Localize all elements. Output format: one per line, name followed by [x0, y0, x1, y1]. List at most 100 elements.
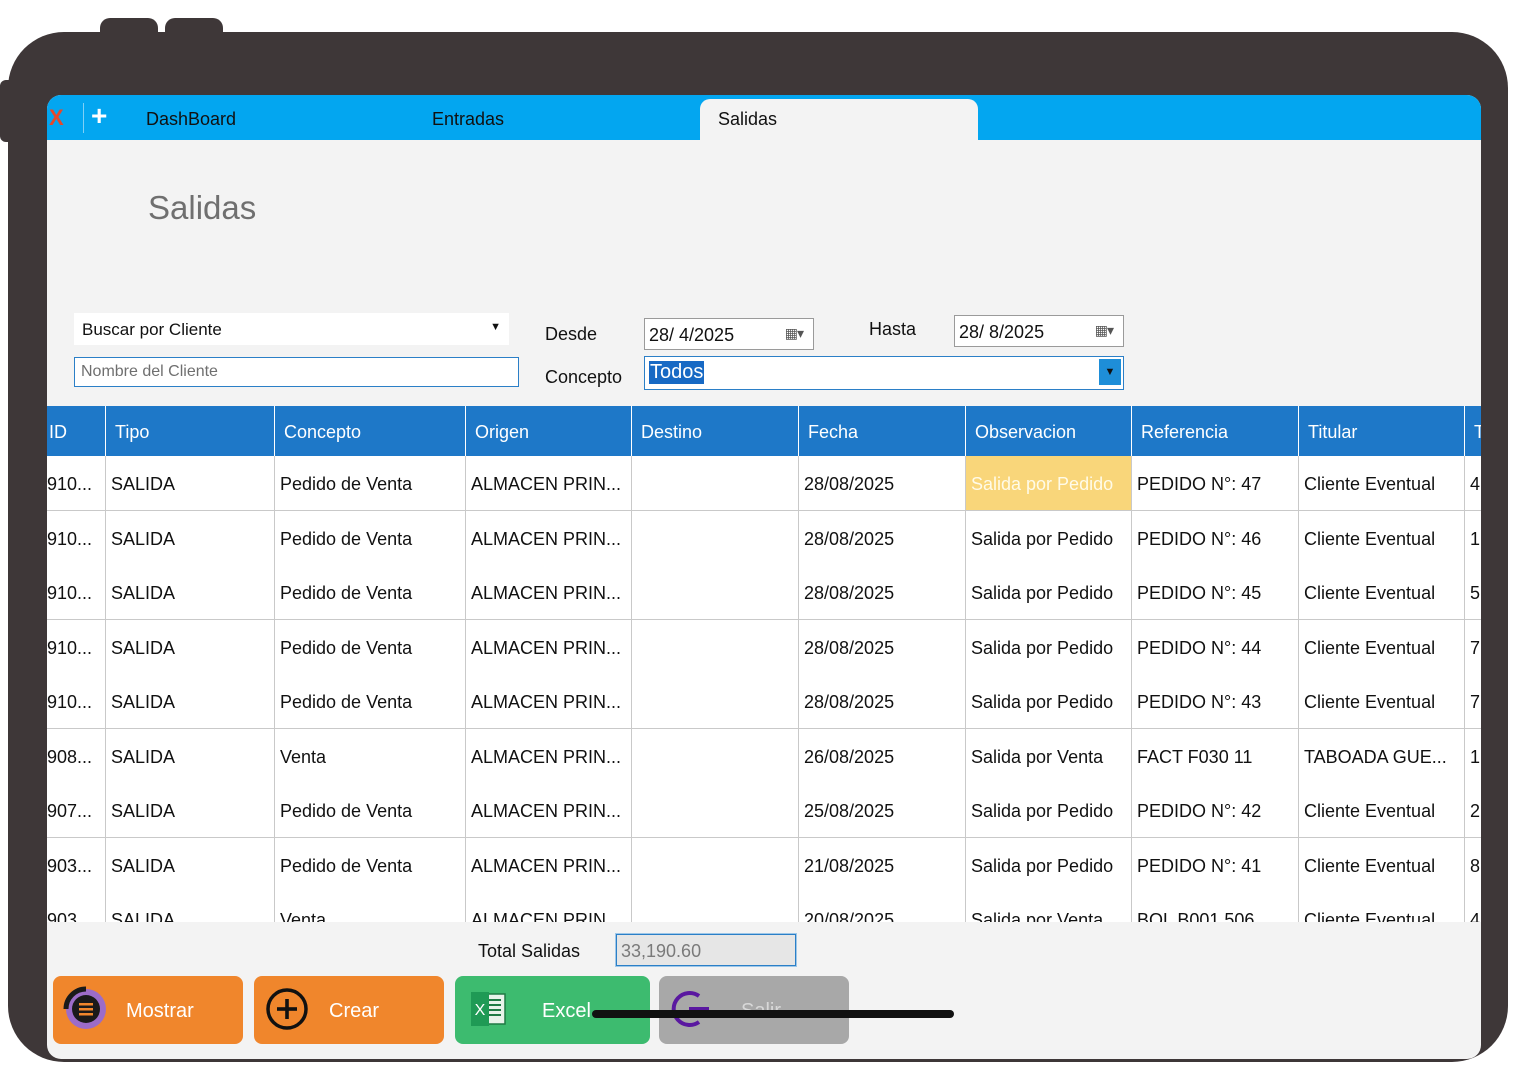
- table-row[interactable]: 910... SALIDA Pedido de Venta ALMACEN PRIN.…: [47, 456, 1481, 511]
- salidas-table[interactable]: ID Tipo Concepto Origen Destino Fecha Observac…: [47, 406, 1481, 922]
- table-cell[interactable]: Cliente Eventual: [1299, 674, 1465, 728]
- column-header[interactable]: Titular: [1299, 406, 1465, 456]
- table-cell[interactable]: 26/08/2025: [799, 728, 966, 783]
- table-cell[interactable]: 8: [1465, 838, 1481, 892]
- table-cell[interactable]: PEDIDO N°: 44: [1132, 619, 1299, 674]
- table-row[interactable]: 910... SALIDA Pedido de Venta ALMACEN PRIN.…: [47, 674, 1481, 729]
- table-cell[interactable]: ALMACEN PRIN...: [466, 837, 632, 892]
- table-cell[interactable]: ALMACEN PRIN...: [466, 892, 632, 922]
- table-cell[interactable]: ALMACEN PRIN...: [466, 619, 632, 674]
- table-cell[interactable]: SALIDA: [106, 783, 275, 837]
- column-header[interactable]: Fecha: [799, 406, 966, 456]
- table-cell[interactable]: SALIDA: [106, 565, 275, 619]
- table-cell[interactable]: PEDIDO N°: 45: [1132, 565, 1299, 619]
- table-cell[interactable]: Pedido de Venta: [275, 565, 466, 619]
- table-cell[interactable]: [632, 837, 799, 892]
- table-cell[interactable]: 2: [1465, 783, 1481, 837]
- table-cell[interactable]: ALMACEN PRIN...: [466, 674, 632, 728]
- table-cell[interactable]: Pedido de Venta: [275, 783, 466, 837]
- table-cell[interactable]: 1: [1465, 729, 1481, 783]
- table-cell[interactable]: ALMACEN PRIN...: [466, 565, 632, 619]
- desde-date-picker[interactable]: 28/ 4/2025 ▦▾: [644, 318, 814, 350]
- calendar-icon[interactable]: ▦▾: [1095, 322, 1114, 339]
- search-mode-select[interactable]: Buscar por Cliente ▼: [74, 313, 509, 345]
- table-cell[interactable]: 4: [1465, 892, 1481, 922]
- table-cell[interactable]: 908...: [47, 728, 106, 783]
- table-cell[interactable]: TABOADA GUE...: [1299, 728, 1465, 783]
- column-header[interactable]: Destino: [632, 406, 799, 456]
- table-cell[interactable]: ALMACEN PRIN...: [466, 510, 632, 565]
- table-cell[interactable]: PEDIDO N°: 41: [1132, 837, 1299, 892]
- table-cell[interactable]: PEDIDO N°: 42: [1132, 783, 1299, 837]
- tab-salidas[interactable]: Salidas: [718, 109, 777, 130]
- table-cell[interactable]: PEDIDO N°: 43: [1132, 674, 1299, 728]
- table-cell[interactable]: Pedido de Venta: [275, 837, 466, 892]
- table-cell[interactable]: 907...: [47, 783, 106, 837]
- table-cell[interactable]: [632, 510, 799, 565]
- table-row[interactable]: 910... SALIDA Pedido de Venta ALMACEN PRIN.…: [47, 565, 1481, 620]
- table-row[interactable]: 908... SALIDA Venta ALMACEN PRIN... 26/08/20…: [47, 728, 1481, 784]
- concepto-select[interactable]: Todos ▼: [644, 356, 1124, 390]
- table-cell[interactable]: Pedido de Venta: [275, 456, 466, 510]
- table-cell[interactable]: 910...: [47, 674, 106, 728]
- table-cell[interactable]: 28/08/2025: [799, 674, 966, 728]
- table-cell[interactable]: 903...: [47, 837, 106, 892]
- table-row[interactable]: 910... SALIDA Pedido de Venta ALMACEN PRIN.…: [47, 510, 1481, 566]
- table-cell[interactable]: SALIDA: [106, 892, 275, 922]
- table-cell[interactable]: 25/08/2025: [799, 783, 966, 837]
- table-cell[interactable]: SALIDA: [106, 728, 275, 783]
- column-header[interactable]: Tipo: [106, 406, 275, 456]
- table-cell[interactable]: Salida por Pedido: [966, 456, 1132, 510]
- table-cell[interactable]: [632, 565, 799, 619]
- table-row[interactable]: 910... SALIDA Pedido de Venta ALMACEN PRIN.…: [47, 619, 1481, 675]
- table-cell[interactable]: Cliente Eventual: [1299, 892, 1465, 922]
- chevron-down-icon[interactable]: ▼: [490, 321, 501, 333]
- table-cell[interactable]: ALMACEN PRIN...: [466, 456, 632, 510]
- table-cell[interactable]: Salida por Pedido: [966, 837, 1132, 892]
- table-cell[interactable]: 20/08/2025: [799, 892, 966, 922]
- table-cell[interactable]: Pedido de Venta: [275, 674, 466, 728]
- table-cell[interactable]: 910...: [47, 510, 106, 565]
- table-cell[interactable]: Cliente Eventual: [1299, 510, 1465, 565]
- table-cell[interactable]: SALIDA: [106, 510, 275, 565]
- table-cell[interactable]: SALIDA: [106, 674, 275, 728]
- chevron-down-icon[interactable]: ▼: [1099, 359, 1121, 385]
- table-cell[interactable]: PEDIDO N°: 47: [1132, 456, 1299, 510]
- column-header[interactable]: T: [1465, 406, 1481, 456]
- add-tab-icon[interactable]: +: [91, 101, 107, 131]
- tab-entradas[interactable]: Entradas: [432, 109, 504, 130]
- close-tab-icon[interactable]: X: [49, 105, 64, 131]
- table-cell[interactable]: Pedido de Venta: [275, 510, 466, 565]
- table-cell[interactable]: 7: [1465, 620, 1481, 674]
- table-cell[interactable]: [632, 619, 799, 674]
- table-cell[interactable]: Cliente Eventual: [1299, 837, 1465, 892]
- table-cell[interactable]: 7: [1465, 674, 1481, 728]
- table-cell[interactable]: 28/08/2025: [799, 456, 966, 510]
- table-cell[interactable]: Cliente Eventual: [1299, 619, 1465, 674]
- table-cell[interactable]: Cliente Eventual: [1299, 783, 1465, 837]
- table-cell[interactable]: Venta: [275, 892, 466, 922]
- table-cell[interactable]: [632, 674, 799, 728]
- hasta-date-picker[interactable]: 28/ 8/2025 ▦▾: [954, 315, 1124, 347]
- table-cell[interactable]: Salida por Pedido: [966, 783, 1132, 837]
- table-cell[interactable]: Salida por Venta: [966, 728, 1132, 783]
- table-cell[interactable]: 28/08/2025: [799, 565, 966, 619]
- table-cell[interactable]: BOL B001 506: [1132, 892, 1299, 922]
- table-row[interactable]: 907... SALIDA Pedido de Venta ALMACEN PRIN.…: [47, 783, 1481, 838]
- column-header[interactable]: Origen: [466, 406, 632, 456]
- table-cell[interactable]: ALMACEN PRIN...: [466, 783, 632, 837]
- table-cell[interactable]: FACT F030 11: [1132, 728, 1299, 783]
- tab-dashboard[interactable]: DashBoard: [146, 109, 236, 130]
- table-cell[interactable]: [632, 892, 799, 922]
- table-cell[interactable]: 4: [1465, 456, 1481, 510]
- table-cell[interactable]: SALIDA: [106, 619, 275, 674]
- table-cell[interactable]: Cliente Eventual: [1299, 565, 1465, 619]
- mostrar-button[interactable]: Mostrar: [53, 976, 243, 1044]
- table-cell[interactable]: 28/08/2025: [799, 510, 966, 565]
- table-cell[interactable]: 903...: [47, 892, 106, 922]
- table-cell[interactable]: Salida por Pedido: [966, 565, 1132, 619]
- table-cell[interactable]: 1: [1465, 511, 1481, 565]
- table-cell[interactable]: Pedido de Venta: [275, 619, 466, 674]
- table-cell[interactable]: SALIDA: [106, 837, 275, 892]
- table-cell[interactable]: [632, 456, 799, 510]
